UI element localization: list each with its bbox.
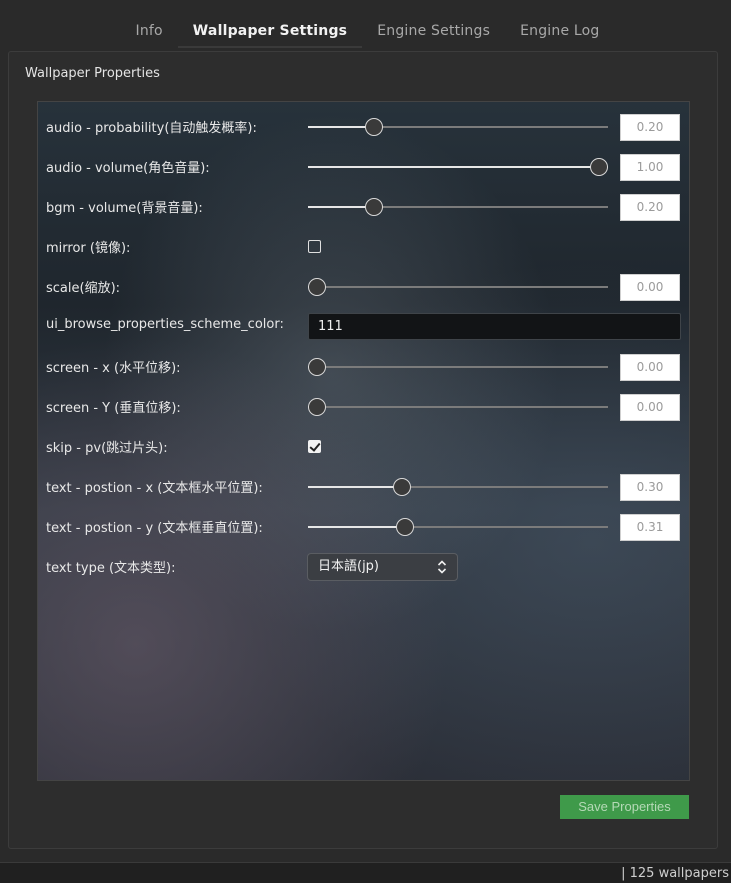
property-slider[interactable] bbox=[308, 158, 608, 176]
property-label: mirror (镜像): bbox=[46, 241, 131, 256]
slider-fill bbox=[308, 166, 599, 168]
tab-bar: Info Wallpaper Settings Engine Settings Eng… bbox=[0, 18, 731, 48]
property-value-input[interactable]: 1.00 bbox=[620, 154, 680, 181]
wallpaper-count: | 125 wallpapers bbox=[621, 866, 729, 881]
property-value-input[interactable]: 0.00 bbox=[620, 354, 680, 381]
property-label: text - postion - y (文本框垂直位置): bbox=[46, 521, 263, 536]
property-row: skip - pv(跳过片头): bbox=[38, 425, 689, 465]
property-value-input[interactable]: 0.31 bbox=[620, 514, 680, 541]
slider-knob[interactable] bbox=[395, 518, 414, 536]
select-value: 日本語(jp) bbox=[318, 559, 380, 574]
property-value-input[interactable]: 0.00 bbox=[620, 274, 680, 301]
updown-chevron-icon bbox=[437, 560, 447, 574]
checkbox-checked[interactable] bbox=[308, 440, 321, 453]
slider-knob[interactable] bbox=[308, 398, 326, 416]
property-row: ui_browse_properties_scheme_color: 111 bbox=[38, 305, 689, 345]
status-bar: | 125 wallpapers bbox=[0, 862, 731, 883]
property-row: text type (文本类型): 日本語(jp) bbox=[38, 545, 689, 585]
slider-knob[interactable] bbox=[308, 278, 326, 296]
property-label: text - postion - x (文本框水平位置): bbox=[46, 481, 263, 496]
property-slider[interactable] bbox=[308, 398, 608, 416]
property-value-input[interactable]: 0.20 bbox=[620, 114, 680, 141]
property-label: bgm - volume(背景音量): bbox=[46, 201, 203, 216]
property-label: screen - x (水平位移): bbox=[46, 361, 181, 376]
property-label: scale(缩放): bbox=[46, 281, 121, 296]
slider-knob[interactable] bbox=[392, 478, 411, 496]
property-label: audio - volume(角色音量): bbox=[46, 161, 210, 176]
scheme-color-input[interactable]: 111 bbox=[308, 313, 681, 340]
property-row: scale(缩放): 0.00 bbox=[38, 265, 689, 305]
slider-fill bbox=[308, 526, 405, 528]
property-row: mirror (镜像): bbox=[38, 225, 689, 265]
property-value-input[interactable]: 0.30 bbox=[620, 474, 680, 501]
property-row: text - postion - x (文本框水平位置): 0.30 bbox=[38, 465, 689, 505]
property-slider[interactable] bbox=[308, 118, 608, 136]
property-row: screen - Y (垂直位移): 0.00 bbox=[38, 385, 689, 425]
property-label: audio - probability(自动触发概率): bbox=[46, 121, 257, 136]
property-row: audio - probability(自动触发概率): 0.20 bbox=[38, 105, 689, 145]
property-label: text type (文本类型): bbox=[46, 561, 176, 576]
tab-wallpaper-settings[interactable]: Wallpaper Settings bbox=[177, 18, 363, 48]
slider-knob[interactable] bbox=[365, 118, 383, 136]
text-type-select[interactable]: 日本語(jp) bbox=[307, 553, 458, 581]
tab-info[interactable]: Info bbox=[120, 18, 177, 48]
property-row: bgm - volume(背景音量): 0.20 bbox=[38, 185, 689, 225]
slider-fill bbox=[308, 486, 402, 488]
property-label: ui_browse_properties_scheme_color: bbox=[46, 317, 284, 332]
slider-knob[interactable] bbox=[308, 358, 326, 376]
slider-knob[interactable] bbox=[590, 158, 608, 176]
property-value-input[interactable]: 0.20 bbox=[620, 194, 680, 221]
property-slider[interactable] bbox=[308, 518, 608, 536]
panel-title: Wallpaper Properties bbox=[25, 66, 160, 81]
slider-knob[interactable] bbox=[365, 198, 383, 216]
property-row: text - postion - y (文本框垂直位置): 0.31 bbox=[38, 505, 689, 545]
save-properties-button[interactable]: Save Properties bbox=[560, 795, 689, 819]
property-row: screen - x (水平位移): 0.00 bbox=[38, 345, 689, 385]
property-label: screen - Y (垂直位移): bbox=[46, 401, 181, 416]
property-slider[interactable] bbox=[308, 478, 608, 496]
property-slider[interactable] bbox=[308, 198, 608, 216]
property-value-input[interactable]: 0.00 bbox=[620, 394, 680, 421]
tab-engine-settings[interactable]: Engine Settings bbox=[362, 18, 505, 48]
wallpaper-properties-panel: Wallpaper Properties audio - probability… bbox=[8, 51, 718, 849]
property-label: skip - pv(跳过片头): bbox=[46, 441, 168, 456]
property-slider[interactable] bbox=[308, 358, 608, 376]
checkbox-unchecked[interactable] bbox=[308, 240, 321, 253]
property-row: audio - volume(角色音量): 1.00 bbox=[38, 145, 689, 185]
properties-list: audio - probability(自动触发概率): 0.20 audio - … bbox=[37, 101, 690, 781]
property-slider[interactable] bbox=[308, 278, 608, 296]
tab-engine-log[interactable]: Engine Log bbox=[505, 18, 614, 48]
